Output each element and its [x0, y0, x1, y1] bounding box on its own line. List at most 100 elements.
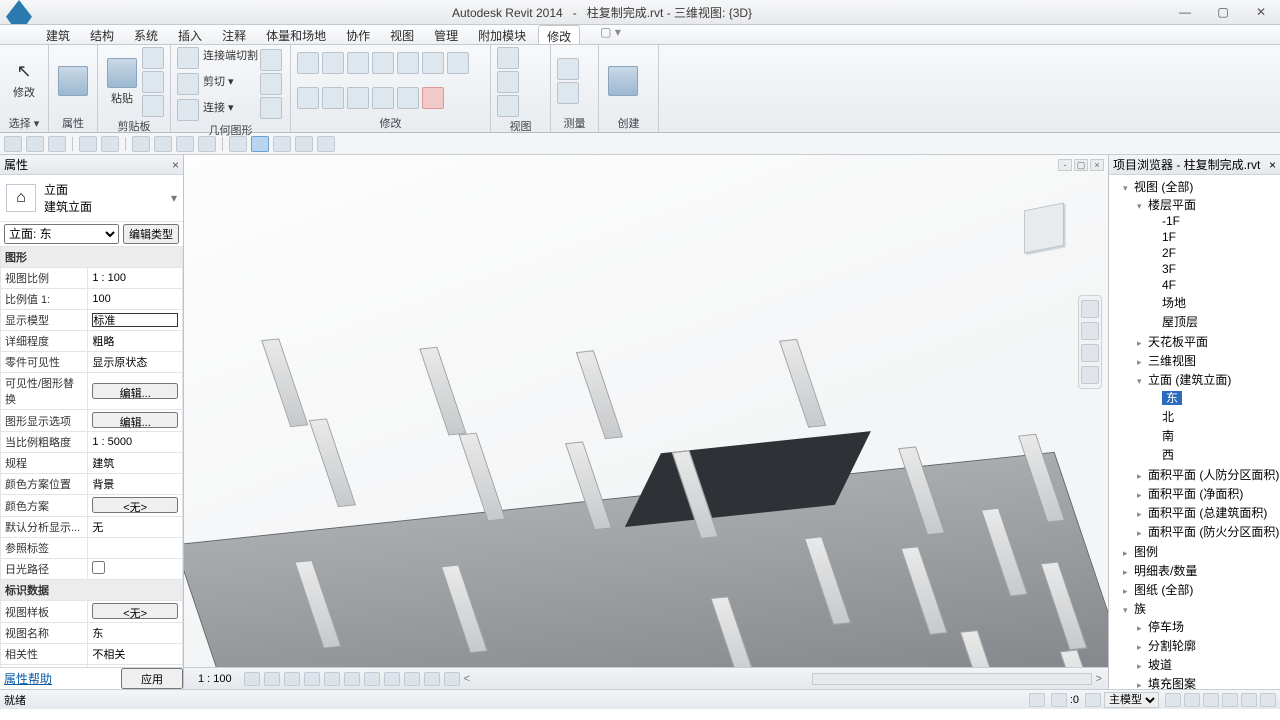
edit-type-button[interactable]: 编辑类型: [123, 224, 179, 244]
join-geom-icon[interactable]: [177, 99, 199, 121]
tree-elev[interactable]: 东: [1151, 388, 1280, 407]
tree-family[interactable]: 坡道: [1137, 655, 1280, 674]
tab-建筑[interactable]: 建筑: [38, 25, 78, 44]
split-icon[interactable]: [347, 87, 369, 109]
tab-修改[interactable]: 修改: [538, 25, 580, 44]
trim-icon[interactable]: [447, 52, 469, 74]
dimension-icon[interactable]: [557, 82, 579, 104]
prop-input[interactable]: [92, 313, 178, 327]
unpin-icon[interactable]: [397, 87, 419, 109]
measure-icon[interactable]: [132, 136, 150, 152]
prop-value[interactable]: <无>: [88, 601, 183, 623]
geo-icon[interactable]: [260, 73, 282, 95]
design-option-select[interactable]: 主模型: [1104, 692, 1159, 708]
h-scrollbar[interactable]: [812, 673, 1092, 685]
geo-icon[interactable]: [260, 49, 282, 71]
unlock-icon[interactable]: [384, 672, 400, 686]
tree-floor[interactable]: 4F: [1151, 277, 1280, 293]
scale-icon[interactable]: [422, 52, 444, 74]
prop-input[interactable]: [92, 627, 178, 639]
prop-value[interactable]: 编辑...: [88, 410, 183, 432]
instance-select[interactable]: 立面: 东: [4, 224, 119, 244]
offset-icon[interactable]: [322, 87, 344, 109]
tab-结构[interactable]: 结构: [82, 25, 122, 44]
prop-value[interactable]: [88, 432, 183, 453]
align-icon[interactable]: [297, 87, 319, 109]
array-icon[interactable]: [397, 52, 419, 74]
crop-icon[interactable]: [344, 672, 360, 686]
prop-input[interactable]: [92, 478, 178, 490]
analyt-icon[interactable]: [444, 672, 460, 686]
select-links-icon[interactable]: [1165, 693, 1181, 707]
prop-checkbox[interactable]: [92, 561, 105, 574]
prop-value[interactable]: <无>: [88, 495, 183, 517]
copy-icon[interactable]: [322, 52, 344, 74]
undo-icon[interactable]: [79, 136, 97, 152]
prop-value[interactable]: [88, 289, 183, 310]
crop-region-icon[interactable]: [364, 672, 380, 686]
tab-协作[interactable]: 协作: [338, 25, 378, 44]
match-icon[interactable]: [142, 95, 164, 117]
text-icon[interactable]: [176, 136, 194, 152]
tree-floor[interactable]: 场地: [1151, 293, 1280, 312]
prop-input[interactable]: [92, 457, 178, 469]
close-icon[interactable]: ×: [1269, 158, 1276, 172]
prop-value[interactable]: [88, 268, 183, 289]
tab-视图[interactable]: 视图: [382, 25, 422, 44]
filter-icon[interactable]: [1260, 693, 1276, 707]
tree-elev[interactable]: 南: [1151, 426, 1280, 445]
prop-value[interactable]: [88, 559, 183, 580]
reveal-icon[interactable]: [424, 672, 440, 686]
temp-hide-icon[interactable]: [404, 672, 420, 686]
view-max-icon[interactable]: ▢: [1074, 159, 1088, 171]
3d-canvas[interactable]: - ▢ ×: [184, 155, 1108, 667]
scale-display[interactable]: 1 : 100: [190, 673, 240, 685]
close-hidden-icon[interactable]: [273, 136, 291, 152]
prop-input[interactable]: [92, 356, 178, 368]
switch-win-icon[interactable]: [295, 136, 313, 152]
create-button[interactable]: [605, 66, 641, 96]
prop-input[interactable]: [92, 436, 178, 448]
tree-family[interactable]: 停车场: [1137, 617, 1280, 636]
prop-value[interactable]: [88, 310, 183, 331]
select-face-icon[interactable]: [1222, 693, 1238, 707]
move-icon[interactable]: [297, 52, 319, 74]
select-pinned-icon[interactable]: [1203, 693, 1219, 707]
close-icon[interactable]: ×: [172, 158, 179, 172]
3d-icon[interactable]: [229, 136, 247, 152]
sun-path-icon[interactable]: [284, 672, 300, 686]
paste-button[interactable]: 粘贴: [104, 58, 140, 106]
tab-附加模块[interactable]: 附加模块: [470, 25, 534, 44]
minimize-button[interactable]: ―: [1166, 0, 1204, 24]
plane-icon[interactable]: [198, 136, 216, 152]
visual-style-icon[interactable]: [264, 672, 280, 686]
properties-button[interactable]: [55, 66, 91, 96]
hide-icon[interactable]: [497, 47, 519, 69]
geo-icon[interactable]: [260, 97, 282, 119]
close-button[interactable]: ✕: [1242, 0, 1280, 24]
tab-注释[interactable]: 注释: [214, 25, 254, 44]
copy-icon[interactable]: [142, 71, 164, 93]
prop-value[interactable]: [88, 644, 183, 665]
pin-icon[interactable]: [372, 87, 394, 109]
tab-插入[interactable]: 插入: [170, 25, 210, 44]
view-close-icon[interactable]: ×: [1090, 159, 1104, 171]
sync-icon[interactable]: [48, 136, 66, 152]
viewport[interactable]: - ▢ × 1 : 100: [184, 155, 1108, 689]
help-link[interactable]: 属性帮助: [0, 668, 121, 689]
tree-family[interactable]: 填充图案: [1137, 674, 1280, 689]
tab-contextual[interactable]: ▢ ▾: [590, 25, 631, 44]
cut-geom-icon[interactable]: [177, 73, 199, 95]
apply-button[interactable]: 应用: [121, 668, 183, 689]
maximize-button[interactable]: ▢: [1204, 0, 1242, 24]
detail-level-icon[interactable]: [244, 672, 260, 686]
prop-button[interactable]: <无>: [92, 497, 178, 513]
modify-button[interactable]: ↖ 修改: [6, 61, 42, 100]
open-icon[interactable]: [4, 136, 22, 152]
tab-体量和场地[interactable]: 体量和场地: [258, 25, 334, 44]
tree-elev[interactable]: 西: [1151, 445, 1280, 464]
prop-value[interactable]: [88, 623, 183, 644]
prop-value[interactable]: [88, 352, 183, 373]
tree-floor[interactable]: 屋顶层: [1151, 312, 1280, 331]
shadows-icon[interactable]: [304, 672, 320, 686]
